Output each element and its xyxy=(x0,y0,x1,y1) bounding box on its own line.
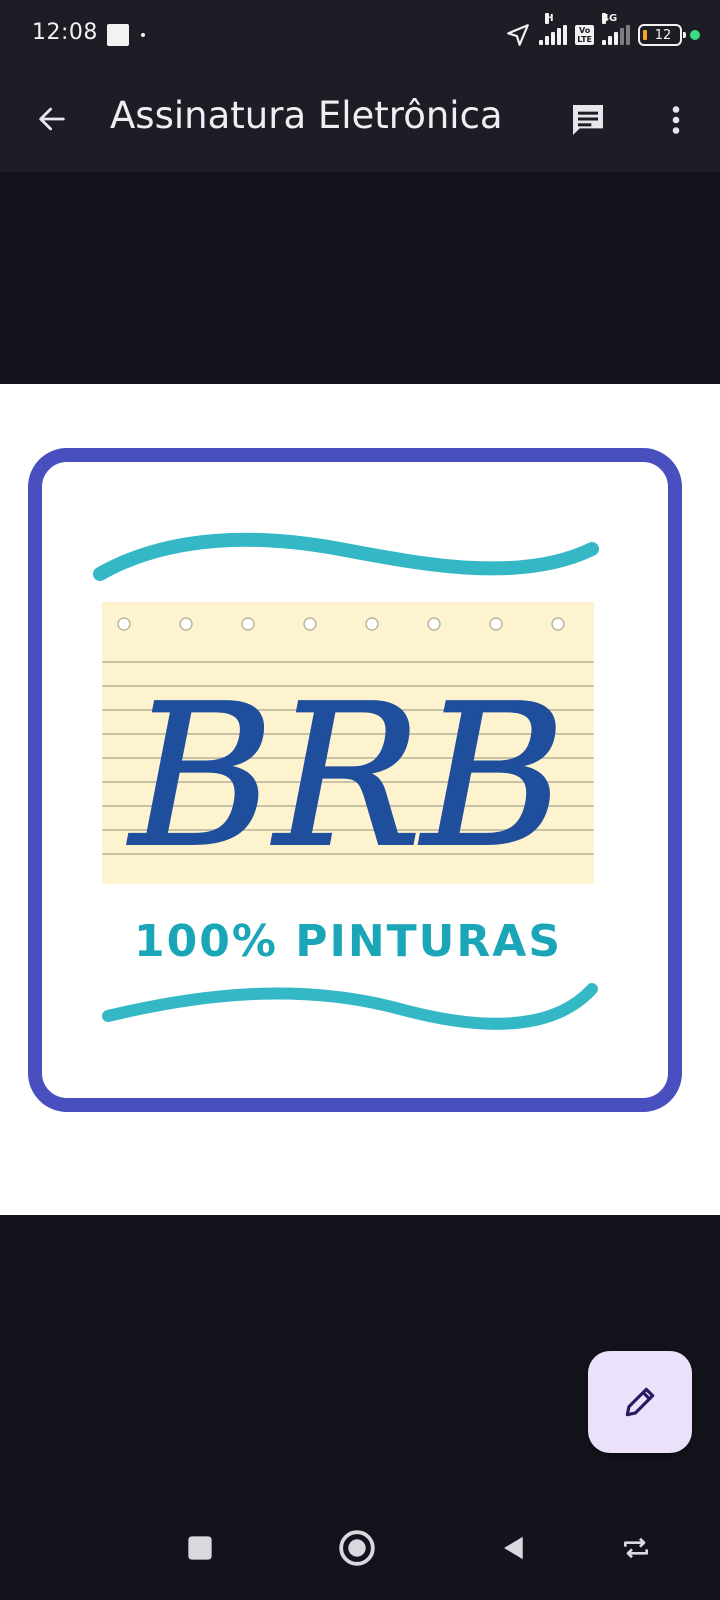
signal-h-icon: H xyxy=(539,13,568,45)
logo-letters: BRB xyxy=(127,663,566,891)
back-button[interactable] xyxy=(28,95,76,143)
battery-level: 12 xyxy=(654,27,672,43)
rotate-icon xyxy=(624,1537,648,1559)
privacy-indicator-dot-icon xyxy=(690,30,700,40)
signal-h-label: H xyxy=(545,13,554,24)
edit-pencil-icon xyxy=(625,1387,655,1417)
status-icons: H Vo LTE 4G 12 xyxy=(505,13,700,52)
notification-square-icon xyxy=(107,24,129,46)
system-nav-bar xyxy=(0,1490,720,1600)
more-vert-icon xyxy=(672,106,680,134)
document-image: BRB 100% PINTURAS xyxy=(0,384,720,1215)
home-circle-icon xyxy=(339,1530,375,1566)
notification-dot-icon xyxy=(141,33,145,37)
recents-button[interactable] xyxy=(170,1518,230,1578)
more-options-button[interactable] xyxy=(650,94,702,146)
page-title: Assinatura Eletrônica xyxy=(110,94,503,137)
comment-icon xyxy=(573,105,603,135)
signal-4g-icon: 4G xyxy=(602,13,630,45)
home-button[interactable] xyxy=(327,1518,387,1578)
volte-icon: Vo LTE xyxy=(575,25,594,45)
recents-square-icon xyxy=(188,1536,212,1560)
status-time: 12:08 xyxy=(32,20,98,45)
back-arrow-icon xyxy=(39,107,65,131)
app-bar: Assinatura Eletrônica xyxy=(0,70,720,172)
nav-back-button[interactable] xyxy=(484,1518,544,1578)
rotate-button[interactable] xyxy=(606,1518,666,1578)
back-triangle-icon xyxy=(504,1536,523,1560)
brb-logo-image: BRB 100% PINTURAS xyxy=(28,448,682,1112)
comments-button[interactable] xyxy=(562,94,614,146)
battery-icon: 12 xyxy=(638,24,686,46)
logo-tagline: 100% PINTURAS xyxy=(134,916,562,967)
signal-4g-label: 4G xyxy=(602,13,618,24)
edit-fab-button[interactable] xyxy=(588,1351,692,1453)
location-arrow-icon xyxy=(507,24,530,46)
status-bar: 12:08 H Vo LTE 4G 12 xyxy=(0,0,720,70)
